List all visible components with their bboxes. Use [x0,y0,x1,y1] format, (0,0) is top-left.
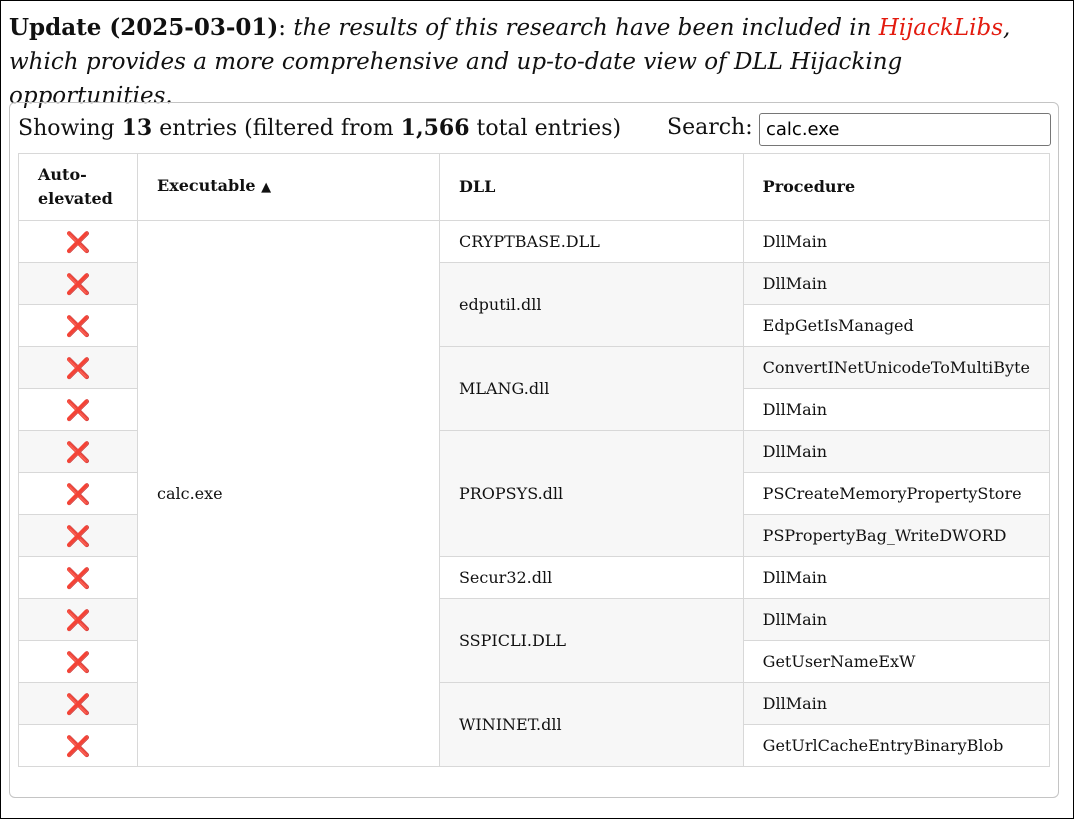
red-x-icon: ❌ [65,649,91,674]
procedure-cell: GetUrlCacheEntryBinaryBlob [742,724,1051,767]
auto-elevated-cell: ❌ [18,472,138,515]
red-x-icon: ❌ [65,691,91,716]
red-x-icon: ❌ [65,523,91,548]
column-header-auto-elevated[interactable]: Auto-elevated [18,153,138,221]
dll-cell: SSPICLI.DLL [438,598,744,683]
procedure-cell: DllMain [742,262,1051,305]
info-middle: entries (filtered from [152,116,401,141]
red-x-icon: ❌ [65,607,91,632]
dll-cell: Secur32.dll [438,556,744,599]
executable-cell: calc.exe [137,220,440,767]
page-frame: Update (2025-03-01): the results of this… [0,0,1074,819]
auto-elevated-cell: ❌ [18,220,138,263]
red-x-icon: ❌ [65,439,91,464]
update-text-before: the results of this research have been i… [286,15,879,41]
column-label-dll: DLL [458,177,496,196]
auto-elevated-cell: ❌ [18,304,138,347]
search-label: Search: [667,115,753,140]
update-colon: : [278,15,287,41]
procedure-cell: DllMain [742,220,1051,263]
red-x-icon: ❌ [65,355,91,380]
procedure-cell: DllMain [742,430,1051,473]
column-label-executable: Executable [157,176,256,195]
procedure-cell: EdpGetIsManaged [742,304,1051,347]
sort-ascending-icon: ▲ [261,180,272,195]
table-body: ❌ calc.exe CRYPTBASE.DLL DllMain ❌ edputil.dl… [18,220,1051,767]
table-info: Showing 13 entries (filtered from 1,566 … [18,113,621,144]
procedure-cell: DllMain [742,556,1051,599]
procedure-cell: DllMain [742,598,1051,641]
red-x-icon: ❌ [65,565,91,590]
red-x-icon: ❌ [65,271,91,296]
red-x-icon: ❌ [65,229,91,254]
column-header-executable[interactable]: Executable ▲ [137,153,440,221]
info-prefix: Showing [18,116,122,141]
auto-elevated-cell: ❌ [18,640,138,683]
column-header-dll[interactable]: DLL [438,153,744,221]
results-panel: Showing 13 entries (filtered from 1,566 … [9,102,1059,798]
dll-cell: edputil.dll [438,262,744,347]
column-header-procedure[interactable]: Procedure [742,153,1051,221]
auto-elevated-cell: ❌ [18,724,138,767]
update-notice: Update (2025-03-01): the results of this… [9,11,1065,113]
results-table: Auto-elevated Executable ▲ DLL Procedure… [18,153,1051,767]
table-row: ❌ calc.exe CRYPTBASE.DLL DllMain [18,220,1051,767]
auto-elevated-cell: ❌ [18,598,138,641]
table-header-row: Auto-elevated Executable ▲ DLL Procedure [18,153,1051,221]
info-total: 1,566 [400,115,470,141]
auto-elevated-cell: ❌ [18,388,138,431]
update-label: Update (2025-03-01) [9,14,279,41]
red-x-icon: ❌ [65,481,91,506]
dll-cell: WININET.dll [438,682,744,767]
procedure-cell: GetUserNameExW [742,640,1051,683]
column-label-procedure: Procedure [762,177,856,196]
auto-elevated-cell: ❌ [18,682,138,725]
dll-cell: PROPSYS.dll [438,430,744,557]
auto-elevated-cell: ❌ [18,514,138,557]
column-label-auto-elevated: Auto-elevated [38,165,113,208]
auto-elevated-cell: ❌ [18,346,138,389]
red-x-icon: ❌ [65,397,91,422]
procedure-cell: PSPropertyBag_WriteDWORD [742,514,1051,557]
red-x-icon: ❌ [65,313,91,338]
auto-elevated-cell: ❌ [18,556,138,599]
red-x-icon: ❌ [65,733,91,758]
procedure-cell: ConvertINetUnicodeToMultiByte [742,346,1051,389]
hijacklibs-link[interactable]: HijackLibs [879,15,1003,41]
search-input[interactable] [759,113,1051,146]
auto-elevated-cell: ❌ [18,262,138,305]
dll-cell: CRYPTBASE.DLL [438,220,744,263]
info-suffix: total entries) [469,116,622,141]
procedure-cell: DllMain [742,682,1051,725]
auto-elevated-cell: ❌ [18,430,138,473]
dll-cell: MLANG.dll [438,346,744,431]
info-count: 13 [121,115,153,141]
procedure-cell: DllMain [742,388,1051,431]
procedure-cell: PSCreateMemoryPropertyStore [742,472,1051,515]
